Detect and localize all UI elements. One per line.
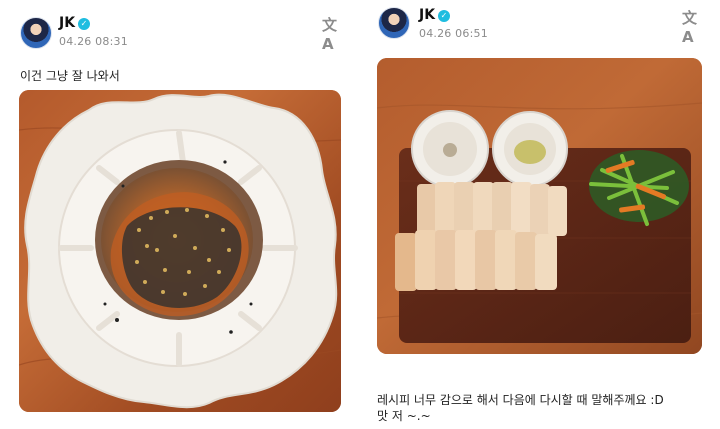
verified-badge-icon: ✓ — [438, 10, 450, 22]
translate-icon-glyph: 文A — [682, 9, 698, 46]
author-avatar[interactable] — [20, 17, 52, 49]
photo-noodles-illustration — [19, 90, 341, 412]
author-avatar[interactable] — [378, 7, 410, 39]
post-photo-noodles[interactable] — [19, 90, 341, 412]
verified-badge-icon: ✓ — [78, 18, 90, 30]
author-name[interactable]: JK — [419, 7, 435, 23]
post-timestamp: 04.26 06:51 — [419, 27, 488, 40]
translate-icon[interactable]: 文A — [322, 14, 344, 53]
post-timestamp: 04.26 08:31 — [59, 35, 128, 48]
post-caption: 이건 그냥 잘 나와서 — [20, 69, 120, 83]
photo-pork-illustration — [377, 58, 702, 354]
post-photo-pork[interactable] — [377, 58, 702, 354]
translate-icon[interactable]: 文A — [682, 7, 704, 46]
author-name[interactable]: JK — [59, 15, 75, 31]
translate-icon-glyph: 文A — [322, 16, 338, 53]
post-caption: 레시피 너무 감으로 해서 다음에 다시할 때 말해주께요 :D 맛 저 ~.~ — [377, 393, 664, 423]
